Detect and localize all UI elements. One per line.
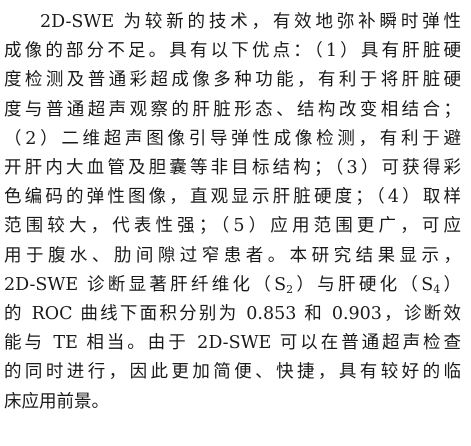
text-line-7: 色编码的弹性图像，直观显示肝脏硬度；（4）取样 — [4, 187, 461, 208]
text-line-2: 成像的部分不足。具有以下优点：（1）具有肝脏硬 — [4, 41, 461, 62]
text-line-9: 用于腹水、肋间隙过窄患者。本研究结果显示， — [4, 245, 461, 266]
text-line-12: 能与 TE 相当。由于 2D-SWE 可以在普通超声检查 — [4, 333, 461, 354]
document-page: 2D-SWE 为较新的技术，有效地弥补瞬时弹性 成像的部分不足。具有以下优点：（… — [0, 0, 471, 446]
text-line-1: 2D-SWE 为较新的技术，有效地弥补瞬时弹性 — [40, 12, 461, 32]
text-line-13: 的同时进行，因此更加简便、快捷，具有较好的临 — [4, 362, 461, 383]
text-line-4: 度与普通超声观察的肝脏形态、结构改变相结合； — [4, 99, 461, 120]
text-line-8: 范围较大，代表性强；（5）应用范围更广，可应 — [4, 216, 461, 237]
text-line-6: 开肝内大血管及胆囊等非目标结构；（3）可获得彩 — [4, 158, 461, 179]
body-paragraph: 2D-SWE 为较新的技术，有效地弥补瞬时弹性 成像的部分不足。具有以下优点：（… — [4, 8, 461, 417]
text-line-3: 度检测及普通彩超成像多种功能，有利于将肝脏硬 — [4, 70, 461, 91]
text-line-11: 的 ROC 曲线下面积分别为 0.853 和 0.903，诊断效 — [4, 304, 461, 325]
text-line-5: （2）二维超声图像引导弹性成像检测，有利于避 — [4, 128, 461, 149]
text-line-10: 2D-SWE 诊断显著肝纤维化（S2）与肝硬化（S4） — [4, 274, 461, 296]
text-line-14: 床应用前景。 — [4, 391, 109, 412]
